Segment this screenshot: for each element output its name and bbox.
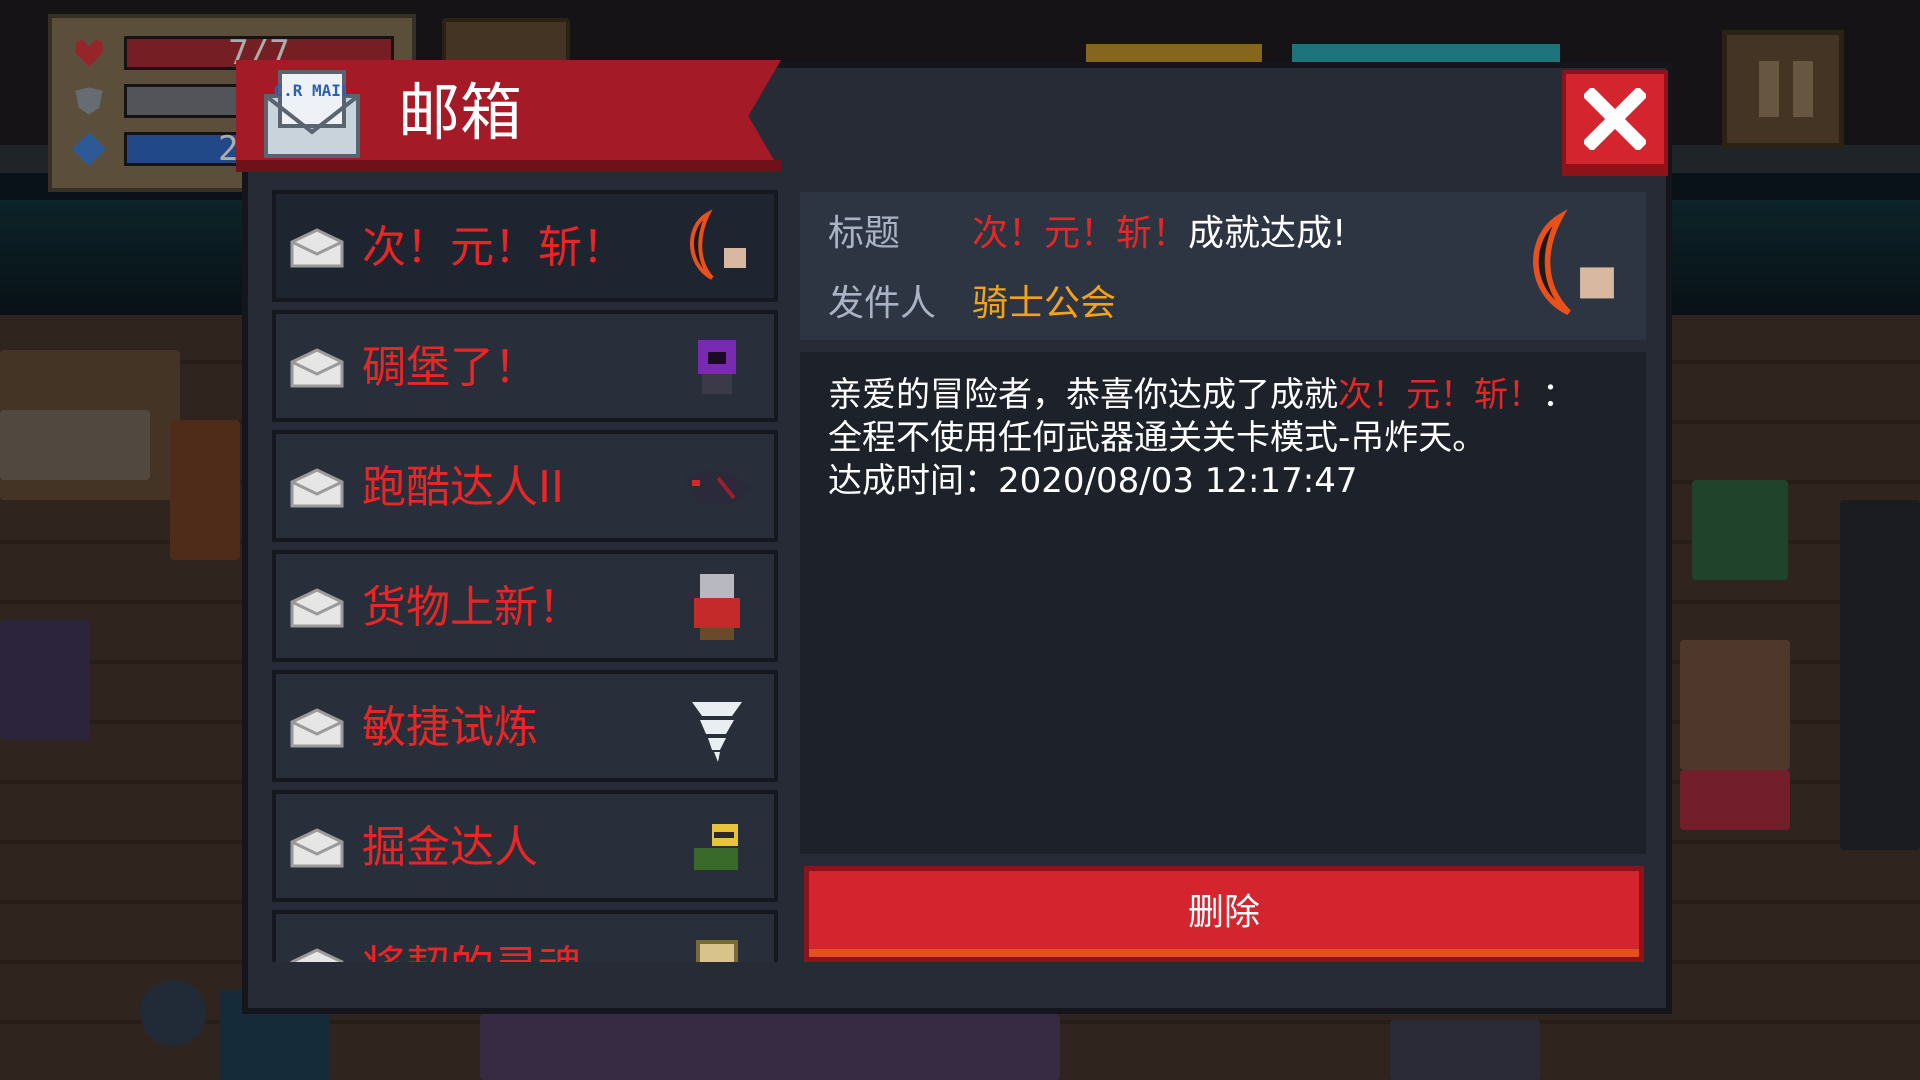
mail-item-label: 碉堡了！ <box>362 342 538 393</box>
mail-list[interactable]: 次！元！斩！ 碉堡了！ 跑酷达人II 货物上新！ 敏捷试炼 掘金达人 将契的灵魂 <box>272 190 778 962</box>
mail-item-label: 货物上新！ <box>362 582 582 633</box>
mail-item[interactable]: 次！元！斩！ <box>272 190 778 302</box>
mail-title-value: 次！元！斩！成就达成! <box>972 210 1346 258</box>
mailbox-title: 邮箱 <box>398 76 523 149</box>
mail-item[interactable]: 货物上新！ <box>272 550 778 662</box>
merchant-icon <box>694 574 740 640</box>
sender-label: 发件人 <box>828 283 937 324</box>
gold-digger-icon <box>694 824 738 870</box>
envelope-icon <box>290 348 344 388</box>
mail-item[interactable]: 掘金达人 <box>272 790 778 902</box>
mail-envelope-icon: C.R MAIL <box>264 70 360 158</box>
mail-item[interactable]: 碉堡了！ <box>272 310 778 422</box>
mail-body-line-1: 亲爱的冒险者，恭喜你达成了成就次！元！斩！： <box>828 374 1628 417</box>
envelope-icon <box>290 708 344 748</box>
mail-item-label: 跑酷达人II <box>362 462 564 513</box>
mail-title-red: 次！元！斩！ <box>972 213 1189 254</box>
mail-item[interactable]: 跑酷达人II <box>272 430 778 542</box>
mail-icon-text: C.R MAIL <box>273 81 350 100</box>
mail-item[interactable]: 将契的灵魂 <box>272 910 778 962</box>
crescent-blade-icon <box>1533 209 1614 316</box>
body-line-1-highlight: 次！元！斩！ <box>1338 375 1542 415</box>
delete-button[interactable]: 删除 <box>804 866 1644 962</box>
envelope-icon <box>290 468 344 508</box>
mail-item[interactable]: 敏捷试炼 <box>272 670 778 782</box>
mail-item-label: 次！元！斩！ <box>362 222 626 273</box>
mail-item-label: 将契的灵魂 <box>362 938 582 962</box>
mail-body-line-3: 达成时间：2020/08/03 12:17:47 <box>828 461 1358 501</box>
title-label: 标题 <box>828 213 901 254</box>
mail-detail-body: 亲爱的冒险者，恭喜你达成了成就次！元！斩！： 全程不使用任何武器通关关卡模式-吊… <box>800 352 1646 854</box>
crescent-blade-icon <box>690 209 746 280</box>
delete-button-label: 删除 <box>1187 892 1260 933</box>
envelope-icon <box>290 228 344 268</box>
mail-item-label: 掘金达人 <box>362 822 538 873</box>
envelope-icon <box>290 828 344 868</box>
sender-value: 骑士公会 <box>972 283 1117 324</box>
tornado-icon <box>692 702 742 762</box>
scroll-icon <box>696 940 738 962</box>
mail-detail-header: 标题 次！元！斩！成就达成! 发件人 骑士公会 <box>800 192 1646 340</box>
close-button[interactable] <box>1562 70 1668 176</box>
purple-knight-icon <box>698 340 736 394</box>
title-ribbon-shadow <box>236 160 781 172</box>
mail-item-label: 敏捷试炼 <box>362 702 538 753</box>
envelope-icon <box>290 588 344 628</box>
shadow-wolf-icon <box>684 470 750 504</box>
envelope-icon <box>290 948 344 962</box>
mail-title-white: 成就达成! <box>1188 213 1347 254</box>
close-icon <box>1584 88 1646 150</box>
body-line-1-suffix: ： <box>1542 375 1576 415</box>
mail-body-text: 亲爱的冒险者，恭喜你达成了成就次！元！斩！： 全程不使用任何武器通关关卡模式-吊… <box>828 374 1628 503</box>
body-line-1-prefix: 亲爱的冒险者，恭喜你达成了成就 <box>828 375 1338 415</box>
mail-body-line-2: 全程不使用任何武器通关关卡模式-吊炸天。 <box>828 418 1487 458</box>
